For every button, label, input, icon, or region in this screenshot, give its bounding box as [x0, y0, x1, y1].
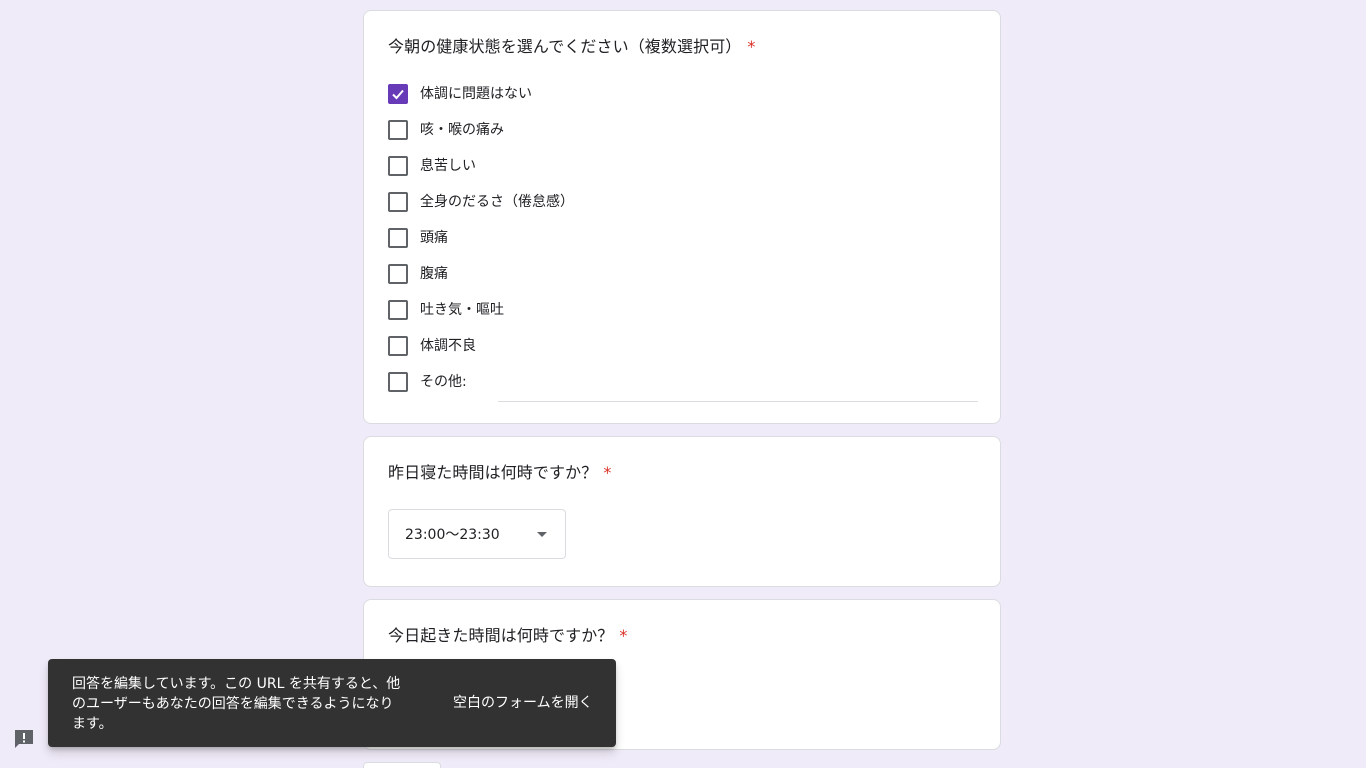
- checkbox-option[interactable]: 頭痛: [388, 226, 448, 250]
- required-asterisk: *: [747, 37, 756, 56]
- dropdown-arrow-icon: [537, 532, 547, 537]
- checkbox-option[interactable]: 全身のだるさ（倦怠感）: [388, 190, 574, 214]
- question-title: 今日起きた時間は何時ですか？ *: [388, 624, 628, 648]
- checkbox-option[interactable]: 体調に問題はない: [388, 82, 532, 106]
- open-blank-form-button[interactable]: 空白のフォームを開く: [453, 693, 593, 713]
- checkbox-unchecked[interactable]: [388, 120, 408, 140]
- checkbox-unchecked[interactable]: [388, 192, 408, 212]
- checkbox-option-other[interactable]: その他:: [388, 370, 467, 394]
- option-label: 息苦しい: [420, 158, 476, 174]
- dropdown-selected-value: 23:00～23:30: [405, 527, 500, 543]
- report-icon: [15, 730, 33, 748]
- option-label: 吐き気・嘔吐: [420, 302, 504, 318]
- checkbox-unchecked[interactable]: [388, 228, 408, 248]
- checkbox-unchecked[interactable]: [388, 264, 408, 284]
- required-asterisk: *: [603, 463, 612, 482]
- option-label: 体調に問題はない: [420, 86, 532, 102]
- question-title-text: 昨日寝た時間は何時ですか？: [388, 463, 598, 482]
- other-text-input[interactable]: [498, 381, 978, 402]
- question-title: 昨日寝た時間は何時ですか？ *: [388, 461, 611, 485]
- question-title-text: 今日起きた時間は何時ですか？: [388, 626, 614, 645]
- checkbox-option[interactable]: 咳・喉の痛み: [388, 118, 504, 142]
- option-label: 全身のだるさ（倦怠感）: [420, 194, 574, 210]
- question-card-bedtime: 昨日寝た時間は何時ですか？ * 23:00～23:30: [363, 436, 1001, 587]
- snackbar-message: 回答を編集しています。この URL を共有すると、他のユーザーもあなたの回答を編…: [72, 676, 401, 732]
- required-asterisk: *: [619, 626, 628, 645]
- option-label: 腹痛: [420, 266, 448, 282]
- checkbox-option[interactable]: 腹痛: [388, 262, 448, 286]
- option-label: 体調不良: [420, 338, 476, 354]
- bedtime-dropdown[interactable]: 23:00～23:30: [388, 509, 566, 559]
- edit-response-snackbar: 回答を編集しています。この URL を共有すると、他のユーザーもあなたの回答を編…: [48, 659, 616, 747]
- checkbox-option[interactable]: 息苦しい: [388, 154, 476, 178]
- option-label: 頭痛: [420, 230, 448, 246]
- checkbox-option[interactable]: 吐き気・嘔吐: [388, 298, 504, 322]
- option-label: 咳・喉の痛み: [420, 122, 504, 138]
- checkbox-unchecked[interactable]: [388, 372, 408, 392]
- checkbox-option[interactable]: 体調不良: [388, 334, 476, 358]
- checkbox-unchecked[interactable]: [388, 336, 408, 356]
- option-label: その他:: [420, 374, 467, 390]
- checkbox-unchecked[interactable]: [388, 300, 408, 320]
- check-icon: [392, 89, 404, 100]
- question-card-health: 今朝の健康状態を選んでください（複数選択可） * 体調に問題はない 咳・喉の痛み …: [363, 10, 1001, 424]
- checkbox-checked[interactable]: [388, 84, 408, 104]
- form-page: 今朝の健康状態を選んでください（複数選択可） * 体調に問題はない 咳・喉の痛み …: [0, 0, 1366, 768]
- question-title-text: 今朝の健康状態を選んでください（複数選択可）: [388, 37, 742, 56]
- question-title: 今朝の健康状態を選んでください（複数選択可） *: [388, 35, 756, 59]
- report-feedback-icon[interactable]: [14, 729, 34, 749]
- next-card-edge: [363, 762, 441, 768]
- checkbox-unchecked[interactable]: [388, 156, 408, 176]
